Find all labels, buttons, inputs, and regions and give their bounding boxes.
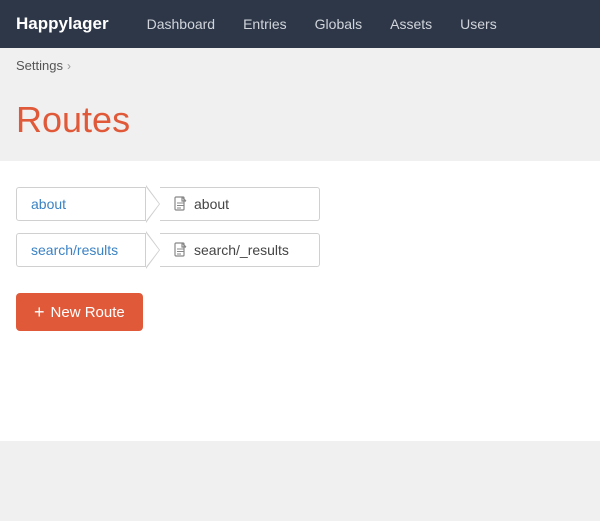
page-title: Routes [16,99,584,141]
route-list: about about sea [16,185,584,269]
nav-assets[interactable]: Assets [376,0,446,48]
nav-users[interactable]: Users [446,0,511,48]
nav-dashboard[interactable]: Dashboard [133,0,230,48]
main-content: about about sea [0,161,600,441]
route-arrow-icon [146,231,160,269]
nav-links: Dashboard Entries Globals Assets Users [133,0,511,48]
route-slug-search[interactable]: search/results [16,233,146,267]
route-slug-about[interactable]: about [16,187,146,221]
route-template-name-search: search/_results [194,242,289,258]
page-header: Routes [0,83,600,161]
plus-icon: + [34,303,45,321]
main-nav: Happylager Dashboard Entries Globals Ass… [0,0,600,48]
nav-globals[interactable]: Globals [301,0,376,48]
route-template-about: about [160,187,320,221]
route-template-search: search/_results [160,233,320,267]
route-arrow-icon [146,185,160,223]
breadcrumb: Settings › [0,48,600,83]
template-file-icon [174,196,188,212]
template-file-icon [174,242,188,258]
breadcrumb-separator: › [67,59,71,73]
breadcrumb-settings[interactable]: Settings [16,58,63,73]
route-template-name-about: about [194,196,229,212]
table-row: search/results search/_results [16,231,584,269]
brand-logo: Happylager [16,14,109,34]
nav-entries[interactable]: Entries [229,0,301,48]
new-route-button[interactable]: + New Route [16,293,143,331]
table-row: about about [16,185,584,223]
new-route-label: New Route [51,304,125,321]
